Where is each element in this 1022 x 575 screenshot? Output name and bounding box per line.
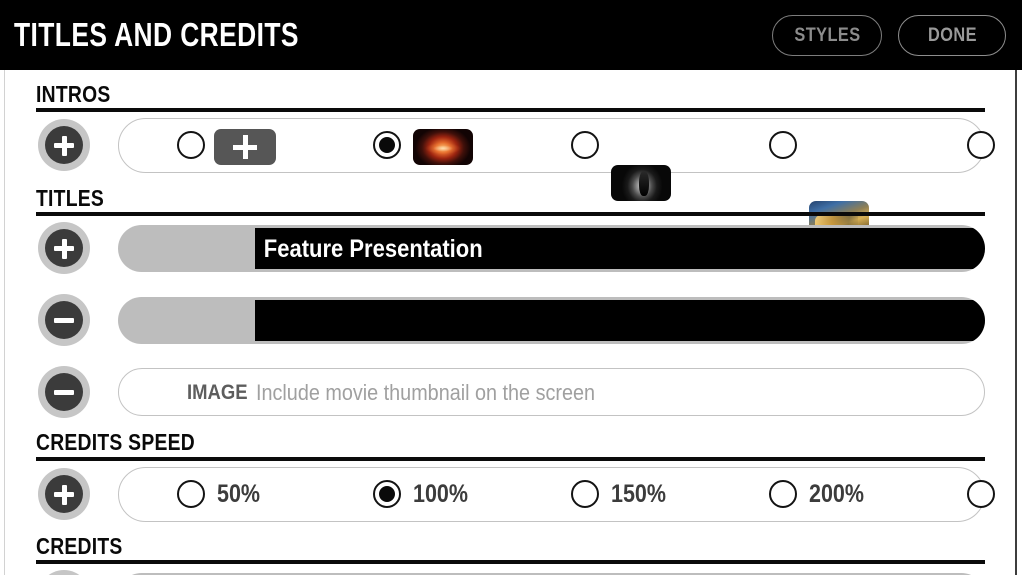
- section-rule-credits: [36, 560, 985, 564]
- credits-row-button-clipped[interactable]: [38, 570, 90, 575]
- credits-speed-radio-50[interactable]: [177, 480, 205, 508]
- done-button[interactable]: DONE: [898, 15, 1006, 56]
- titles-add-button[interactable]: [38, 222, 90, 274]
- credits-speed-label-200: 200%: [809, 480, 864, 508]
- done-button-label: DONE: [927, 24, 977, 46]
- image-remove-button[interactable]: [38, 366, 90, 418]
- intro-thumbnail-smoke[interactable]: [611, 165, 671, 201]
- titles-and-credits-screen: TITLES AND CREDITS STYLES DONE INTROS TI…: [0, 0, 1022, 575]
- settings-content: INTROS TITLES Title: [0, 70, 1022, 575]
- header-actions: STYLES DONE: [772, 15, 1006, 56]
- intros-radio-smoke[interactable]: [571, 131, 599, 159]
- app-header: TITLES AND CREDITS STYLES DONE: [0, 0, 1022, 70]
- intros-radio-city[interactable]: [769, 131, 797, 159]
- section-rule-titles: [36, 212, 985, 216]
- minus-icon: [45, 301, 83, 339]
- credits-speed-radio-100[interactable]: [373, 480, 401, 508]
- subtitle-input[interactable]: [255, 300, 985, 341]
- intros-radio-clipped[interactable]: [967, 131, 995, 159]
- credits-speed-radio-150[interactable]: [571, 480, 599, 508]
- section-heading-titles: TITLES: [36, 185, 105, 211]
- intro-thumbnail-fire[interactable]: [413, 129, 473, 165]
- add-intro-icon[interactable]: [214, 129, 276, 165]
- credits-speed-radio-clipped[interactable]: [967, 480, 995, 508]
- subtitle-field-row[interactable]: Subtitle: [118, 297, 985, 344]
- intros-radio-add[interactable]: [177, 131, 205, 159]
- credits-speed-add-button[interactable]: [38, 468, 90, 520]
- subtitle-remove-button[interactable]: [38, 294, 90, 346]
- content-right-edge: [1015, 70, 1017, 575]
- section-heading-credits: CREDITS: [36, 533, 123, 559]
- image-field-placeholder: Include movie thumbnail on the screen: [256, 380, 596, 405]
- section-heading-credits-speed: CREDITS SPEED: [36, 429, 195, 455]
- image-field-row[interactable]: IMAGE Include movie thumbnail on the scr…: [118, 368, 985, 416]
- image-field-label: IMAGE: [187, 381, 248, 404]
- credits-speed-label-150: 150%: [611, 480, 666, 508]
- plus-icon: [45, 475, 83, 513]
- styles-button[interactable]: STYLES: [772, 15, 882, 56]
- title-input-value: Feature Presentation: [263, 234, 483, 263]
- credits-speed-radio-200[interactable]: [769, 480, 797, 508]
- intros-add-button[interactable]: [38, 119, 90, 171]
- content-left-edge: [4, 70, 5, 575]
- credits-speed-label-100: 100%: [413, 480, 468, 508]
- page-title: TITLES AND CREDITS: [14, 16, 299, 53]
- section-rule-credits-speed: [36, 457, 985, 461]
- section-heading-intros: INTROS: [36, 81, 111, 107]
- title-field-row[interactable]: Title Feature Presentation: [118, 225, 985, 272]
- credits-speed-option-pill[interactable]: 50% 100% 150% 200%: [118, 467, 995, 522]
- plus-icon: [45, 229, 83, 267]
- minus-icon: [45, 373, 83, 411]
- intros-option-pill[interactable]: [118, 118, 995, 237]
- credits-speed-label-50: 50%: [217, 480, 261, 508]
- styles-button-label: STYLES: [793, 24, 861, 46]
- title-input[interactable]: Feature Presentation: [255, 228, 985, 269]
- section-rule-intros: [36, 108, 985, 112]
- intros-radio-fire[interactable]: [373, 131, 401, 159]
- plus-icon: [45, 126, 83, 164]
